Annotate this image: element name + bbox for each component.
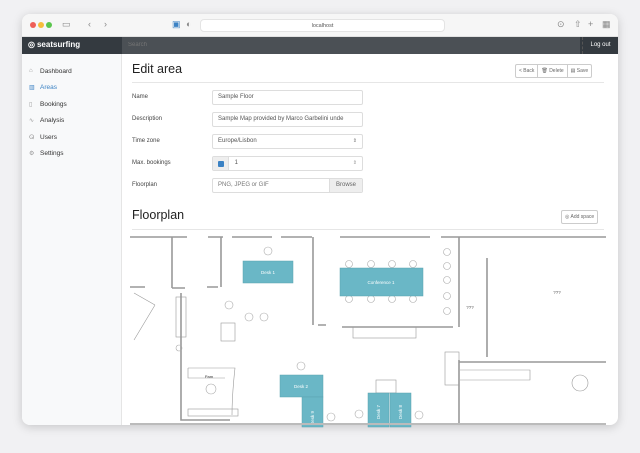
max-bookings-checkbox[interactable] <box>213 157 229 170</box>
add-space-button[interactable]: ◎ Add space <box>561 210 599 224</box>
timezone-select[interactable]: Europe/Lisbon ⇕ <box>212 134 363 149</box>
sidebar-item-dashboard[interactable]: ⌂ Dashboard <box>22 63 121 80</box>
privacy-icon[interactable]: ◐ <box>186 19 191 29</box>
sidebar-item-settings[interactable]: ⚙ Settings <box>22 146 121 163</box>
file-placeholder: PNG, JPEG or GIF <box>218 182 269 188</box>
book-icon: ▯ <box>29 101 33 108</box>
sidebar-item-label: Dashboard <box>40 67 72 75</box>
close-window-button[interactable] <box>30 22 36 28</box>
sidebar-item-label: Analysis <box>40 117 65 125</box>
back-button[interactable]: < Back <box>516 65 539 77</box>
maximize-window-button[interactable] <box>46 22 52 28</box>
forward-nav-icon[interactable]: › <box>104 19 107 29</box>
brand-name: seatsurfing <box>36 40 81 49</box>
sidebar-item-label: Settings <box>40 150 64 158</box>
map-icon: ▥ <box>29 85 35 92</box>
download-icon[interactable]: ⊙ <box>557 19 565 30</box>
description-field[interactable]: Sample Map provided by Marco Garbelini u… <box>212 112 363 127</box>
divider <box>132 82 604 83</box>
timezone-label: Time zone <box>132 138 160 144</box>
location-icon: ◎ <box>565 214 570 220</box>
checkmark-icon <box>217 160 224 167</box>
sidebar-item-label: Areas <box>40 84 57 92</box>
sidebar: ⌂ Dashboard ▥ Areas ▯ Bookings ∿ Analysis ⵕU… <box>22 54 122 425</box>
browser-window: ▭ ‹ › ▣ ◐ localhost ⊙ ⇧ + ▦ ◎ seatsurfing… <box>22 14 618 425</box>
page-title: Edit area <box>132 62 183 76</box>
users-icon: ⵕ <box>29 134 35 141</box>
name-label: Name <box>132 94 149 100</box>
share-icon[interactable]: ⇧ <box>574 19 582 30</box>
max-bookings-group: 1 ⇕ <box>212 156 363 171</box>
navbar: ◎seatsurfing Log out <box>22 37 618 54</box>
back-nav-icon[interactable]: ‹ <box>88 19 91 29</box>
address-bar[interactable]: localhost <box>200 19 445 32</box>
floorplan-file-input[interactable]: PNG, JPEG or GIF Browse <box>212 178 363 193</box>
max-bookings-input[interactable]: 1 <box>231 160 238 166</box>
new-tab-icon[interactable]: + <box>588 19 593 29</box>
gear-icon: ⚙ <box>29 151 35 158</box>
sidebar-item-label: Bookings <box>40 100 67 108</box>
save-icon: ▤ <box>570 68 576 74</box>
browse-button[interactable]: Browse <box>329 179 362 192</box>
floorplan-title: Floorplan <box>132 208 185 222</box>
minimize-window-button[interactable] <box>38 22 44 28</box>
name-field[interactable]: Sample Floor <box>212 90 363 105</box>
sidebar-item-users[interactable]: ⵕ Users <box>22 129 121 146</box>
max-bookings-label: Max. bookings <box>132 160 171 166</box>
add-space-label: Add space <box>570 214 595 220</box>
logo-icon: ◎ <box>28 40 35 49</box>
browser-toolbar: ▭ ‹ › ▣ ◐ localhost ⊙ ⇧ + ▦ <box>22 14 618 37</box>
trash-icon: 🗑 <box>541 68 548 74</box>
action-buttons: < Back 🗑 Delete ▤ Save <box>515 64 593 78</box>
brand-logo[interactable]: ◎ seatsurfing <box>28 40 80 49</box>
description-label: Description <box>132 116 163 122</box>
activity-icon: ∿ <box>29 118 35 125</box>
logout-button[interactable]: Log out <box>582 37 618 54</box>
timezone-value: Europe/Lisbon <box>218 138 257 144</box>
save-button[interactable]: ▤ Save <box>568 65 592 77</box>
stepper-icon[interactable]: ⇕ <box>353 157 357 170</box>
sidebar-item-label: Users <box>40 133 57 141</box>
sidebar-toggle-icon[interactable]: ▭ <box>62 19 71 30</box>
sidebar-item-areas[interactable]: ▥ Areas <box>22 80 121 97</box>
save-label: Save <box>576 68 589 74</box>
delete-label: Delete <box>549 68 564 74</box>
sidebar-item-bookings[interactable]: ▯ Bookings <box>22 96 121 113</box>
extension-icon[interactable]: ▣ <box>172 19 181 30</box>
divider <box>132 229 604 230</box>
tabs-overview-icon[interactable]: ▦ <box>602 19 611 30</box>
sidebar-item-analysis[interactable]: ∿ Analysis <box>22 113 121 130</box>
search-input[interactable] <box>122 37 580 54</box>
select-arrows-icon: ⇕ <box>352 138 357 144</box>
home-icon: ⌂ <box>29 68 33 75</box>
main-content: Edit area < Back 🗑 Delete ▤ Save Name Sa… <box>122 54 618 425</box>
delete-button[interactable]: 🗑 Delete <box>538 65 568 77</box>
floorplan-label: Floorplan <box>132 182 158 188</box>
